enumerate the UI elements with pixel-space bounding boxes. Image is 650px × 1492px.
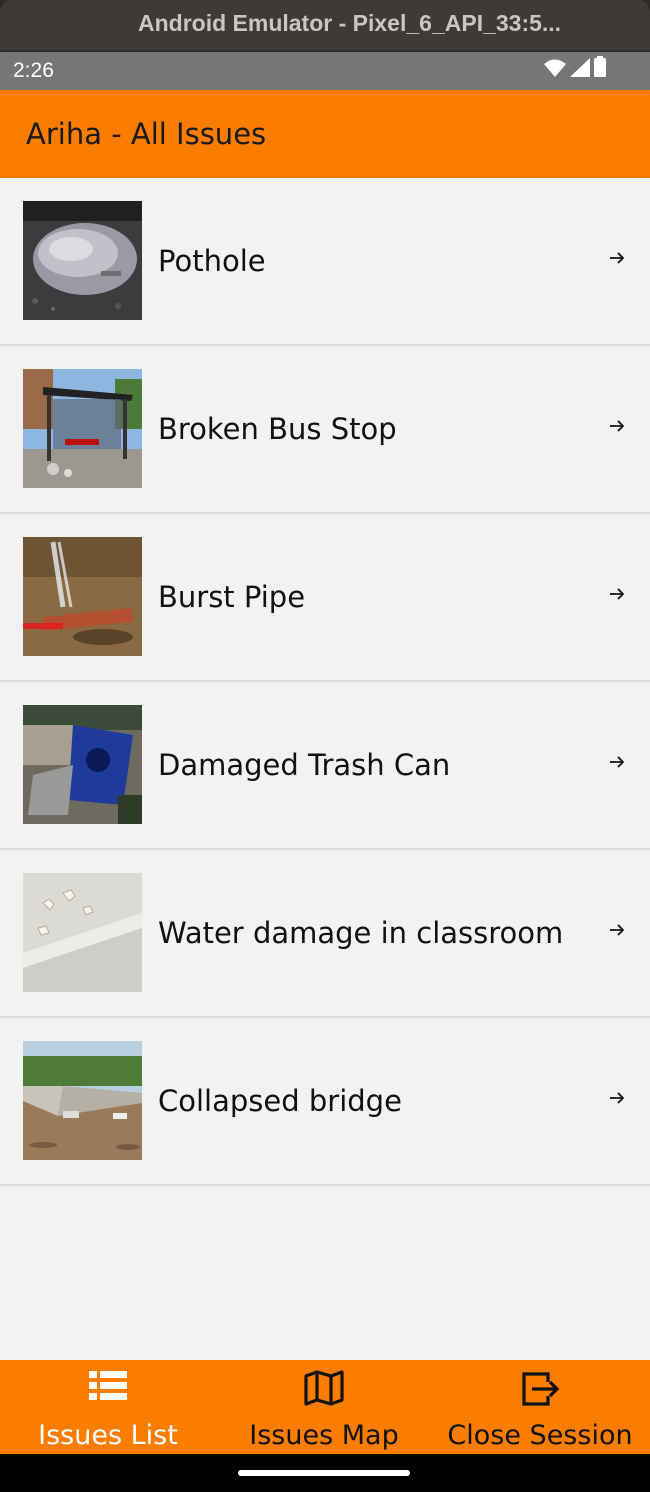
issue-title: Water damage in classroom	[158, 916, 564, 950]
nav-label: Issues Map	[249, 1420, 399, 1451]
issue-row-pothole[interactable]: Pothole	[0, 178, 650, 346]
issue-row-burst-pipe[interactable]: Burst Pipe	[0, 514, 650, 682]
issue-row-water-damage-in-classroom[interactable]: Water damage in classroom	[0, 850, 650, 1018]
issue-title: Damaged Trash Can	[158, 748, 451, 782]
gesture-bar	[0, 1454, 650, 1492]
issue-title: Burst Pipe	[158, 580, 306, 614]
issues-list: Pothole Broken Bus Stop Burst Pipe Damag…	[0, 178, 650, 1186]
page-title: Ariha - All Issues	[26, 117, 267, 151]
issue-row-collapsed-bridge[interactable]: Collapsed bridge	[0, 1018, 650, 1186]
issue-title: Pothole	[158, 244, 266, 278]
arrow-right-icon	[608, 921, 626, 939]
nav-issues-map[interactable]: Issues Map	[216, 1360, 432, 1454]
wifi-icon	[544, 59, 566, 82]
arrow-right-icon	[608, 417, 626, 435]
bottom-navigation: Issues List Issues Map Close Session	[0, 1360, 650, 1454]
water-damage-photo	[23, 873, 142, 992]
status-time: 2:26	[13, 59, 54, 82]
arrow-right-icon	[608, 249, 626, 267]
phone-screen: 2:26 Ariha - All Issues Pothole Broken B…	[0, 52, 650, 1492]
emulator-window-title: Android Emulator - Pixel_6_API_33:5...	[0, 0, 650, 50]
exit-icon	[520, 1370, 560, 1413]
battery-icon	[594, 56, 606, 82]
nav-issues-list[interactable]: Issues List	[0, 1360, 216, 1454]
issue-title: Collapsed bridge	[158, 1084, 402, 1118]
nav-label: Close Session	[447, 1420, 633, 1451]
bus-stop-photo	[23, 369, 142, 488]
home-gesture-handle[interactable]	[238, 1470, 410, 1476]
status-bar: 2:26	[0, 52, 650, 90]
pothole-photo	[23, 201, 142, 320]
list-icon	[89, 1370, 127, 1407]
burst-pipe-photo	[23, 537, 142, 656]
arrow-right-icon	[608, 753, 626, 771]
arrow-right-icon	[608, 1089, 626, 1107]
trash-can-photo	[23, 705, 142, 824]
nav-close-session[interactable]: Close Session	[432, 1360, 648, 1454]
issue-title: Broken Bus Stop	[158, 412, 397, 446]
issue-row-broken-bus-stop[interactable]: Broken Bus Stop	[0, 346, 650, 514]
cell-signal-icon	[570, 58, 590, 82]
app-bar: Ariha - All Issues	[0, 90, 650, 178]
bridge-photo	[23, 1041, 142, 1160]
nav-label: Issues List	[38, 1420, 178, 1451]
map-icon	[304, 1370, 344, 1411]
issue-row-damaged-trash-can[interactable]: Damaged Trash Can	[0, 682, 650, 850]
arrow-right-icon	[608, 585, 626, 603]
